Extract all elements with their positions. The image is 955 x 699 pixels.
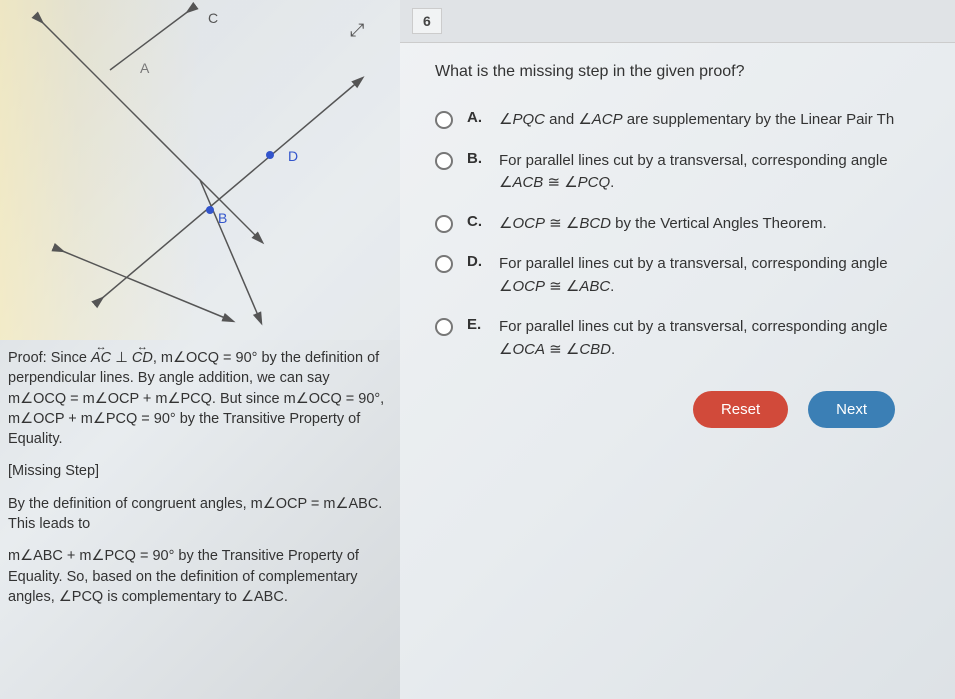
option-letter: C. (467, 213, 487, 230)
option-a[interactable]: A. ∠PQC and ∠ACP are supplementary by th… (435, 109, 955, 132)
question-number: 6 (412, 8, 442, 34)
question-body: What is the missing step in the given pr… (400, 43, 955, 448)
question-text: What is the missing step in the given pr… (435, 63, 955, 81)
proof-paragraph-1: Proof: Since ↔AC ⊥ ↔CD, m∠OCQ = 90° by t… (8, 348, 388, 449)
geometry-diagram (0, 0, 400, 340)
option-b[interactable]: B. For parallel lines cut by a transvers… (435, 150, 955, 195)
option-letter: E. (467, 316, 487, 333)
label-a: A (140, 60, 149, 76)
label-d: D (288, 148, 298, 164)
proof-paragraph-3: By the definition of congruent angles, m… (8, 494, 388, 535)
radio-icon[interactable] (435, 255, 453, 273)
option-text: For parallel lines cut by a transversal,… (499, 150, 888, 195)
proof-missing-step: [Missing Step] (8, 461, 388, 481)
right-panel: 6 What is the missing step in the given … (400, 0, 955, 699)
button-row: Reset Next (435, 391, 955, 428)
radio-icon[interactable] (435, 152, 453, 170)
reset-button[interactable]: Reset (693, 391, 788, 428)
option-e[interactable]: E. For parallel lines cut by a transvers… (435, 316, 955, 361)
radio-icon[interactable] (435, 111, 453, 129)
option-text: For parallel lines cut by a transversal,… (499, 316, 888, 361)
label-c: C (208, 10, 218, 26)
expand-icon[interactable]: ⤢ (350, 20, 370, 40)
option-letter: A. (467, 109, 487, 126)
radio-icon[interactable] (435, 318, 453, 336)
options-list: A. ∠PQC and ∠ACP are supplementary by th… (435, 109, 955, 361)
option-c[interactable]: C. ∠OCP ≅ ∠BCD by the Vertical Angles Th… (435, 213, 955, 236)
option-text: ∠OCP ≅ ∠BCD by the Vertical Angles Theor… (499, 213, 827, 236)
question-number-bar: 6 (400, 0, 955, 43)
left-panel: ⤢ C A D B Proof: Since ↔AC ⊥ ↔CD, m∠OCQ … (0, 0, 400, 699)
label-b: B (218, 210, 227, 226)
option-text: ∠PQC and ∠ACP are supplementary by the L… (499, 109, 894, 132)
option-letter: D. (467, 253, 487, 270)
diagram-area: ⤢ C A D B (0, 0, 400, 340)
option-d[interactable]: D. For parallel lines cut by a transvers… (435, 253, 955, 298)
option-letter: B. (467, 150, 487, 167)
option-text: For parallel lines cut by a transversal,… (499, 253, 888, 298)
radio-icon[interactable] (435, 215, 453, 233)
proof-paragraph-4: m∠ABC + m∠PCQ = 90° by the Transitive Pr… (8, 546, 388, 607)
proof-text: Proof: Since ↔AC ⊥ ↔CD, m∠OCQ = 90° by t… (0, 340, 400, 627)
next-button[interactable]: Next (808, 391, 895, 428)
